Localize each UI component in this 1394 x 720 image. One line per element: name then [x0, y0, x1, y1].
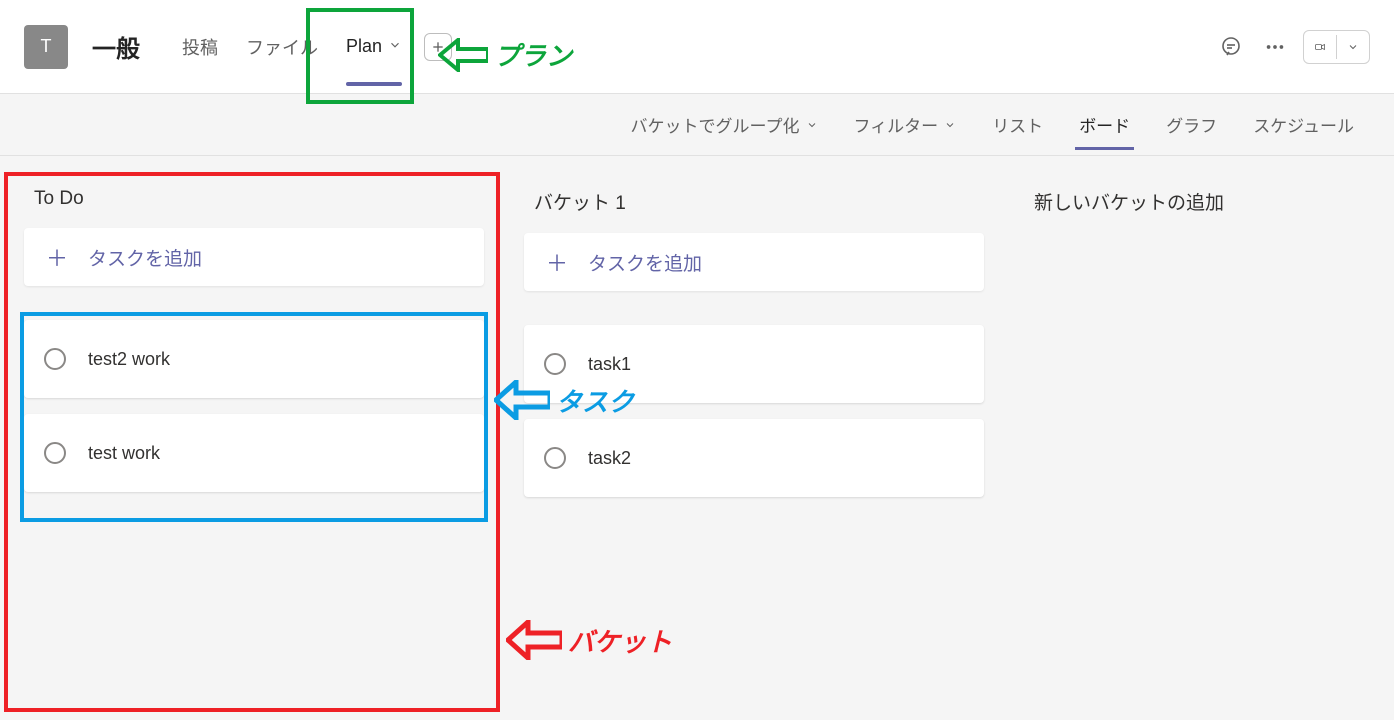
tab-files[interactable]: ファイル [232, 0, 332, 94]
add-task-button[interactable]: ＋ タスクを追加 [524, 233, 984, 291]
add-task-label: タスクを追加 [588, 249, 702, 276]
plus-icon: ＋ [546, 246, 568, 278]
tab-posts[interactable]: 投稿 [168, 0, 232, 94]
bucket-1: バケット 1 ＋ タスクを追加 task1 task2 [524, 180, 984, 513]
view-board[interactable]: ボード [1075, 94, 1134, 156]
channel-header: T 一般 投稿 ファイル Plan [0, 0, 1394, 94]
complete-circle-icon[interactable] [544, 353, 566, 375]
view-chart[interactable]: グラフ [1162, 94, 1221, 156]
team-avatar[interactable]: T [24, 25, 68, 69]
meet-button-group [1303, 30, 1370, 64]
plus-icon: ＋ [46, 241, 68, 273]
complete-circle-icon[interactable] [44, 348, 66, 370]
filter-dropdown[interactable]: フィルター [850, 94, 961, 156]
task-card[interactable]: test work [24, 414, 484, 492]
board: To Do ＋ タスクを追加 test2 work test work バケット… [0, 156, 1394, 537]
complete-circle-icon[interactable] [44, 442, 66, 464]
task-card[interactable]: test2 work [24, 320, 484, 398]
tab-plan[interactable]: Plan [332, 0, 416, 94]
group-by-label: バケットでグループ化 [631, 112, 800, 137]
filter-label: フィルター [854, 112, 939, 137]
add-task-label: タスクを追加 [88, 244, 202, 271]
chevron-down-icon [806, 119, 818, 131]
task-label: task2 [588, 448, 631, 469]
task-label: test2 work [88, 349, 170, 370]
chevron-down-icon [388, 36, 402, 57]
view-list[interactable]: リスト [988, 94, 1047, 156]
task-label: test work [88, 443, 160, 464]
task-label: task1 [588, 354, 631, 375]
bucket-title[interactable]: To Do [34, 188, 474, 210]
bucket-title[interactable]: バケット 1 [534, 188, 974, 215]
bucket-todo: To Do ＋ タスクを追加 test2 work test work [24, 180, 484, 508]
channel-title: 一般 [92, 29, 140, 64]
plan-toolbar: バケットでグループ化 フィルター リスト ボード グラフ スケジュール [0, 94, 1394, 156]
annotation-label-bucket: バケット [568, 622, 672, 659]
chevron-down-icon [944, 119, 956, 131]
video-icon[interactable] [1304, 31, 1336, 63]
add-bucket-button[interactable]: 新しいバケットの追加 [1024, 180, 1234, 223]
add-tab-button[interactable] [424, 33, 452, 61]
annotation-arrow-bucket: バケット [506, 620, 672, 660]
more-icon[interactable] [1259, 31, 1291, 63]
group-by-dropdown[interactable]: バケットでグループ化 [627, 94, 822, 156]
meet-chevron-down-icon[interactable] [1337, 31, 1369, 63]
add-task-button[interactable]: ＋ タスクを追加 [24, 228, 484, 286]
task-card[interactable]: task2 [524, 419, 984, 497]
chat-icon[interactable] [1215, 31, 1247, 63]
tab-plan-label: Plan [346, 36, 382, 57]
complete-circle-icon[interactable] [544, 447, 566, 469]
view-schedule[interactable]: スケジュール [1249, 94, 1358, 156]
task-card[interactable]: task1 [524, 325, 984, 403]
